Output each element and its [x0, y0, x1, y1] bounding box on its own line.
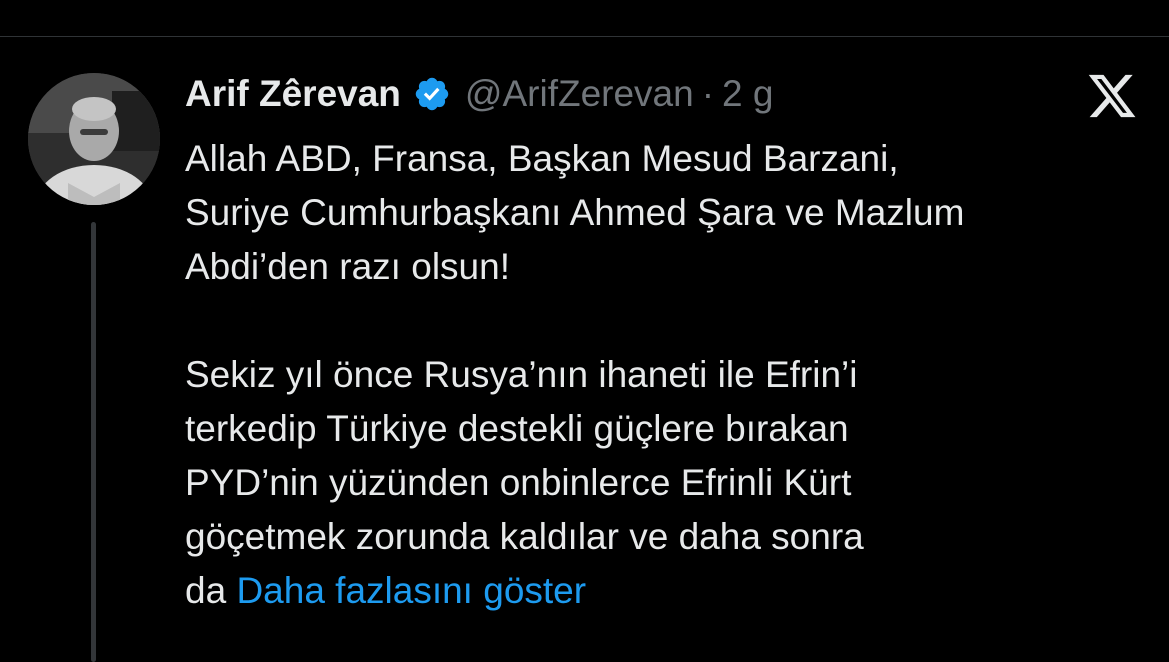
x-logo-icon: [1086, 70, 1138, 122]
tweet-last-line: da Daha fazlasını göster: [185, 564, 1145, 618]
tweet-line: göçetmek zorunda kaldılar ve daha sonra: [185, 516, 864, 557]
thread-connector-line: [91, 222, 96, 662]
tweet-timestamp[interactable]: 2 g: [722, 73, 773, 115]
tweet-line: Allah ABD, Fransa, Başkan Mesud Barzani,: [185, 138, 899, 179]
author-name[interactable]: Arif Zêrevan: [185, 73, 401, 115]
tweet-line: PYD’nin yüzünden onbinlerce Efrinli Kürt: [185, 462, 852, 503]
tweet-text: Allah ABD, Fransa, Başkan Mesud Barzani,…: [185, 132, 1145, 618]
separator-dot: ·: [701, 73, 715, 114]
top-divider: [0, 36, 1169, 37]
avatar[interactable]: [28, 73, 160, 205]
show-more-link[interactable]: Daha fazlasını göster: [236, 570, 586, 611]
tweet-line: Sekiz yıl önce Rusya’nın ihaneti ile Efr…: [185, 354, 858, 395]
tweet-header: Arif Zêrevan @ArifZerevan · 2 g: [185, 70, 773, 118]
tweet-line: Abdi’den razı olsun!: [185, 246, 510, 287]
tweet-line: terkedip Türkiye destekli güçlere bıraka…: [185, 408, 849, 449]
verified-badge-icon: [413, 75, 451, 113]
tweet-line-prefix: da: [185, 570, 227, 611]
avatar-photo: [28, 73, 160, 205]
author-handle[interactable]: @ArifZerevan: [465, 73, 694, 115]
tweet-line: Suriye Cumhurbaşkanı Ahmed Şara ve Mazlu…: [185, 192, 965, 233]
